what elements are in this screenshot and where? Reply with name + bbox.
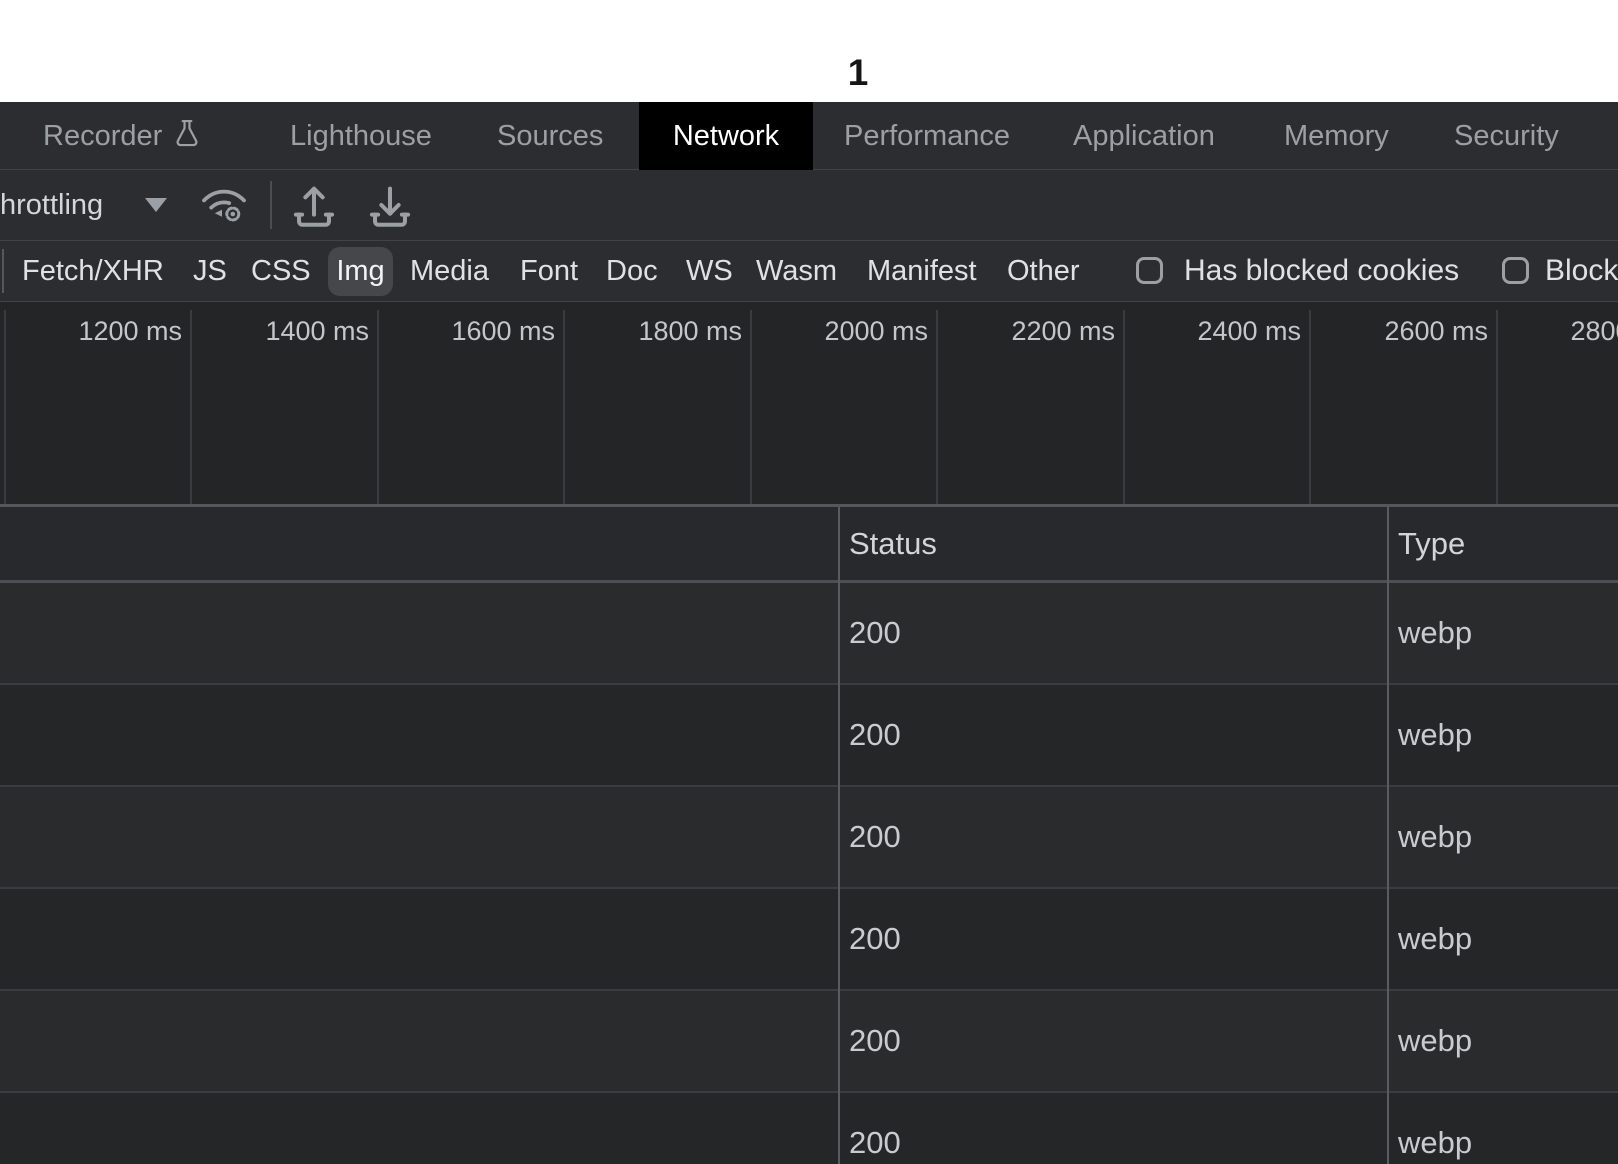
- filter-fetch-xhr[interactable]: Fetch/XHR: [22, 241, 164, 301]
- table-row[interactable]: 200 webp: [0, 889, 1618, 991]
- tab-application[interactable]: Application: [1073, 102, 1215, 170]
- filter-other[interactable]: Other: [1007, 241, 1080, 301]
- timeline-tick-label: 2000 ms: [768, 316, 928, 346]
- filter-js[interactable]: JS: [193, 241, 227, 301]
- requests-table-body: 200 webp 200 webp 200 webp 200 webp 200 …: [0, 583, 1618, 1164]
- tab-label: Sources: [497, 120, 603, 152]
- table-header: Status Type: [0, 507, 1618, 583]
- timeline-gridline: [1123, 310, 1125, 504]
- column-divider-status[interactable]: [838, 507, 840, 1164]
- status-cell: 200: [849, 583, 901, 683]
- devtools-network-screenshot: 1 Recorder Lighthouse Sources Network Pe…: [0, 0, 1618, 1164]
- filter-font[interactable]: Font: [520, 241, 578, 301]
- table-row[interactable]: 200 webp: [0, 1093, 1618, 1164]
- timeline-tick-label: 1600 ms: [395, 316, 555, 346]
- tab-label: Lighthouse: [290, 120, 432, 152]
- filter-img-selected[interactable]: Img: [328, 247, 393, 296]
- flask-icon: [172, 118, 202, 150]
- waterfall-timeline[interactable]: 1200 ms 1400 ms 1600 ms 1800 ms 2000 ms …: [0, 302, 1618, 507]
- status-cell: 200: [849, 787, 901, 887]
- timeline-tick-label: 1400 ms: [209, 316, 369, 346]
- filter-doc[interactable]: Doc: [606, 241, 658, 301]
- step-number-label: 1: [828, 52, 888, 94]
- request-filter-bar: Fetch/XHR JS CSS Img Media Font Doc WS W…: [0, 241, 1618, 302]
- timeline-tick-label: 2800 ms: [1514, 316, 1618, 346]
- status-cell: 200: [849, 685, 901, 785]
- devtools-tab-bar: Recorder Lighthouse Sources Network Perf…: [0, 102, 1618, 170]
- filter-media[interactable]: Media: [410, 241, 489, 301]
- blocked-label[interactable]: Blocked: [1545, 241, 1618, 301]
- column-divider-type[interactable]: [1387, 507, 1389, 1164]
- timeline-tick-label: 2600 ms: [1328, 316, 1488, 346]
- status-cell: 200: [849, 991, 901, 1091]
- has-blocked-cookies-checkbox[interactable]: [1136, 257, 1163, 284]
- filter-ws[interactable]: WS: [686, 241, 733, 301]
- toolbar-divider: [270, 181, 272, 229]
- type-cell: webp: [1398, 991, 1472, 1091]
- filter-divider: [2, 249, 4, 293]
- type-cell: webp: [1398, 1093, 1472, 1164]
- column-header-status[interactable]: Status: [849, 507, 937, 580]
- type-cell: webp: [1398, 583, 1472, 683]
- tab-label: Network: [673, 120, 779, 152]
- annotation-area: 1: [0, 0, 1618, 102]
- filter-css[interactable]: CSS: [251, 241, 311, 301]
- type-cell: webp: [1398, 787, 1472, 887]
- tab-security[interactable]: Security: [1454, 102, 1559, 170]
- has-blocked-cookies-label[interactable]: Has blocked cookies: [1184, 241, 1459, 301]
- tab-lighthouse[interactable]: Lighthouse: [290, 102, 432, 170]
- status-cell: 200: [849, 1093, 901, 1164]
- timeline-tick-label: 1200 ms: [22, 316, 182, 346]
- timeline-gridline: [190, 310, 192, 504]
- tab-label: Performance: [844, 120, 1010, 152]
- export-har-icon[interactable]: [368, 181, 412, 229]
- gear-icon: [227, 208, 239, 220]
- table-row[interactable]: 200 webp: [0, 991, 1618, 1093]
- timeline-tick-label: 2400 ms: [1141, 316, 1301, 346]
- timeline-gridline: [1309, 310, 1311, 504]
- filter-manifest[interactable]: Manifest: [867, 241, 977, 301]
- timeline-gridline: [750, 310, 752, 504]
- timeline-gridline: [936, 310, 938, 504]
- network-toolbar: hrottling: [0, 170, 1618, 241]
- network-conditions-icon[interactable]: [200, 182, 248, 226]
- status-cell: 200: [849, 889, 901, 989]
- column-header-type[interactable]: Type: [1398, 507, 1465, 580]
- tab-recorder[interactable]: Recorder: [43, 102, 202, 170]
- timeline-gridline: [377, 310, 379, 504]
- filter-wasm[interactable]: Wasm: [756, 241, 837, 301]
- tab-network-selected[interactable]: Network: [639, 102, 813, 170]
- tab-sources[interactable]: Sources: [497, 102, 603, 170]
- tab-label: Security: [1454, 120, 1559, 152]
- timeline-gridline: [4, 310, 6, 504]
- blocked-checkbox[interactable]: [1502, 257, 1529, 284]
- tab-memory[interactable]: Memory: [1284, 102, 1389, 170]
- timeline-tick-label: 2200 ms: [955, 316, 1115, 346]
- table-row[interactable]: 200 webp: [0, 583, 1618, 685]
- import-har-icon[interactable]: [292, 181, 336, 229]
- timeline-tick-label: 1800 ms: [582, 316, 742, 346]
- type-cell: webp: [1398, 889, 1472, 989]
- tab-label: Recorder: [43, 120, 162, 152]
- table-row[interactable]: 200 webp: [0, 787, 1618, 889]
- tab-label: Memory: [1284, 120, 1389, 152]
- chevron-down-icon[interactable]: [145, 198, 167, 212]
- type-cell: webp: [1398, 685, 1472, 785]
- tab-label: Application: [1073, 120, 1215, 152]
- timeline-gridline: [1496, 310, 1498, 504]
- throttling-select-label[interactable]: hrottling: [0, 170, 103, 240]
- timeline-gridline: [563, 310, 565, 504]
- tab-performance[interactable]: Performance: [844, 102, 1010, 170]
- table-row[interactable]: 200 webp: [0, 685, 1618, 787]
